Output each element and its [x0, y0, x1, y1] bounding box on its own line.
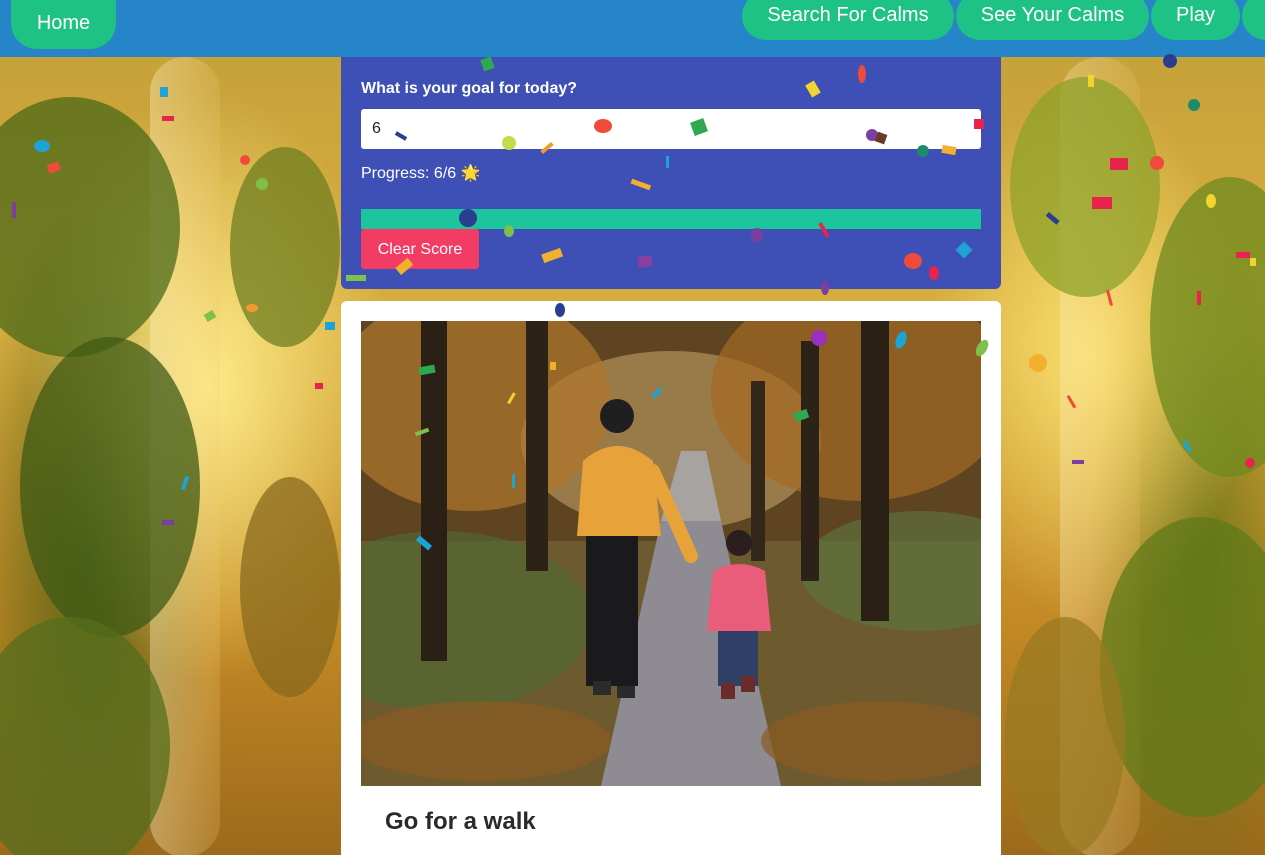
- see-your-calms-button[interactable]: See Your Calms: [956, 0, 1149, 40]
- progress-bar-fill: [361, 209, 981, 229]
- nav-overflow-button[interactable]: [1242, 0, 1265, 40]
- walk-photo: [361, 321, 981, 786]
- progress-bar: [361, 209, 981, 229]
- top-navbar: Home Search For Calms See Your Calms Pla…: [0, 0, 1265, 57]
- activity-card[interactable]: Go for a walk: [341, 301, 1001, 855]
- progress-text: Progress: 6/6 🌟: [361, 165, 481, 182]
- goal-panel: What is your goal for today? Progress: 6…: [341, 57, 1001, 289]
- clear-score-button[interactable]: Clear Score: [361, 229, 479, 269]
- search-for-calms-button[interactable]: Search For Calms: [742, 0, 954, 40]
- card-title: Go for a walk: [385, 808, 536, 835]
- walk-photo-illustration: [361, 321, 981, 786]
- goal-input[interactable]: [361, 109, 981, 149]
- goal-question: What is your goal for today?: [361, 80, 578, 97]
- play-button[interactable]: Play: [1151, 0, 1240, 40]
- home-button[interactable]: Home: [11, 0, 116, 49]
